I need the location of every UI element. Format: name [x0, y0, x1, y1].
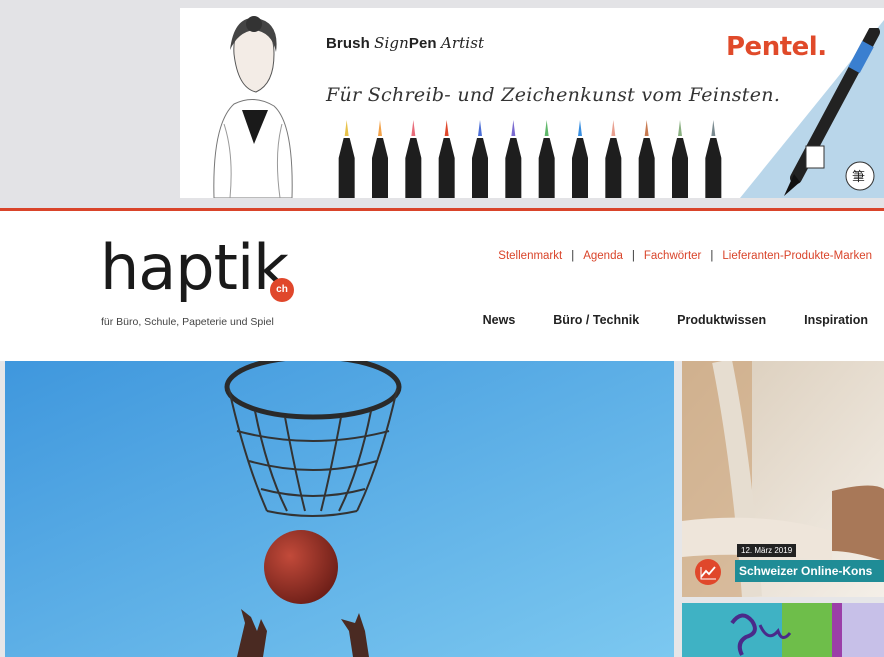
- link-separator: |: [631, 250, 635, 262]
- featured-brush-pen: 筆: [784, 28, 880, 196]
- link-agenda[interactable]: Agenda: [583, 250, 623, 262]
- link-separator: |: [710, 250, 714, 262]
- ad-area: Brush SignPen Artist Für Schreib- und Ze…: [0, 0, 884, 208]
- haptik-logo[interactable]: haptik: [100, 237, 289, 299]
- brush-pen: [705, 120, 722, 198]
- brush-pen: [338, 120, 355, 198]
- brush-pen: [672, 120, 688, 198]
- ad-title: Brush SignPen Artist: [326, 34, 484, 52]
- brush-pen: [638, 120, 655, 198]
- trend-chart-icon: [695, 559, 721, 585]
- top-links: Stellenmarkt | Agenda | Fachwörter | Lieferant…: [498, 250, 872, 262]
- brush-pen: [405, 120, 422, 198]
- logo-tagline: für Büro, Schule, Papeterie und Spiel: [101, 316, 274, 328]
- ad-tagline: Für Schreib- und Zeichenkunst vom Feinst…: [326, 84, 781, 106]
- article-headline[interactable]: Schweizer Online-Kons: [735, 560, 884, 582]
- ad-title-brush: Brush: [326, 35, 370, 52]
- logo-badge: ch: [270, 278, 294, 302]
- brush-pen: [472, 120, 488, 198]
- brush-pen: [605, 120, 622, 198]
- nav-news[interactable]: News: [483, 313, 516, 327]
- nav-buero-technik[interactable]: Büro / Technik: [553, 313, 639, 327]
- hero-basketball-image[interactable]: [5, 361, 674, 657]
- ad-title-sign: Sign: [374, 34, 409, 52]
- brush-pen: [538, 120, 555, 198]
- brush-pen: [372, 120, 388, 198]
- brush-pen: [438, 120, 455, 198]
- nav-inspiration[interactable]: Inspiration: [804, 313, 868, 327]
- illustrated-woman-image: [213, 16, 293, 198]
- side-article-image-2: [682, 603, 884, 657]
- article-date: 12. März 2019: [737, 544, 797, 557]
- ad-title-artist: Artist: [440, 34, 485, 52]
- pentel-ad-banner[interactable]: Brush SignPen Artist Für Schreib- und Ze…: [180, 8, 884, 198]
- site-header: haptik ch für Büro, Schule, Papeterie un…: [0, 211, 884, 361]
- brush-pen: [572, 120, 588, 198]
- main-nav: News Büro / Technik Produktwissen Inspirati…: [445, 313, 868, 327]
- link-lieferanten[interactable]: Lieferanten-Produkte-Marken: [722, 250, 872, 262]
- nav-produktwissen[interactable]: Produktwissen: [677, 313, 766, 327]
- brush-pen: [505, 120, 522, 198]
- svg-text:筆: 筆: [852, 170, 865, 185]
- link-fachwoerter[interactable]: Fachwörter: [644, 250, 702, 262]
- side-article-card-2[interactable]: [682, 603, 884, 657]
- link-separator: |: [571, 250, 575, 262]
- link-stellenmarkt[interactable]: Stellenmarkt: [498, 250, 562, 262]
- brush-pens-row: [338, 120, 722, 198]
- ad-title-pen: Pen: [408, 35, 437, 52]
- side-article-card[interactable]: 12. März 2019 Schweizer Online-Kons: [682, 361, 884, 597]
